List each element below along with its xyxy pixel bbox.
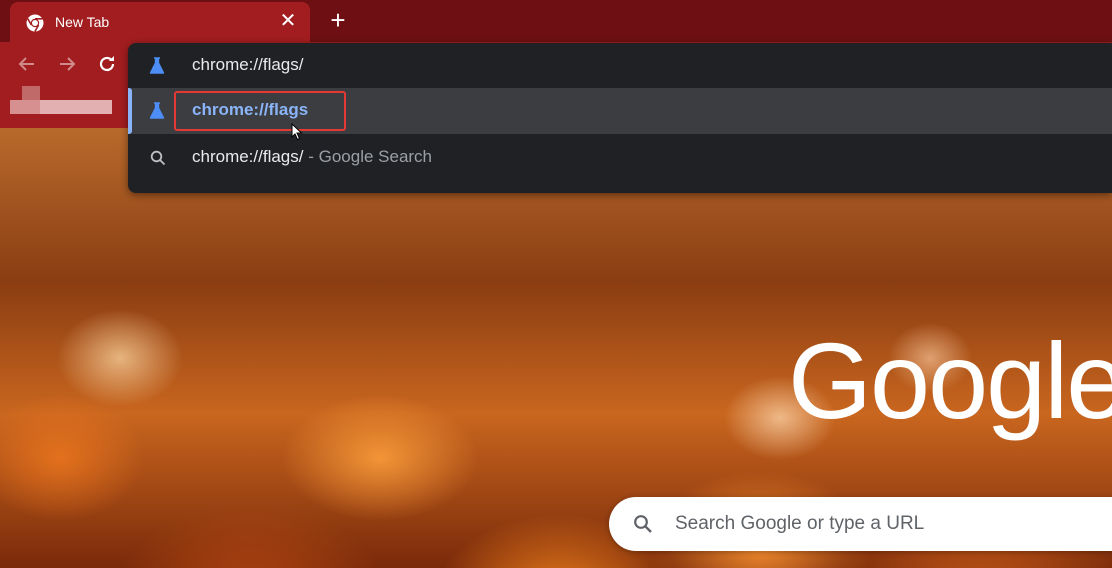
suggestion-text: chrome://flags <box>192 100 309 119</box>
search-icon <box>633 514 653 534</box>
blurred-bookmark[interactable] <box>10 86 122 120</box>
back-arrow-icon[interactable] <box>15 52 39 76</box>
chrome-icon <box>26 14 44 32</box>
close-tab-icon[interactable]: ✕ <box>278 11 298 31</box>
tab-strip: New Tab ✕ + <box>0 0 1112 42</box>
tab-new-tab[interactable]: New Tab ✕ <box>10 2 310 42</box>
omnibox-input-row[interactable]: chrome://flags/ <box>128 43 1112 89</box>
reload-icon[interactable] <box>95 52 119 76</box>
search-icon <box>150 150 166 168</box>
new-tab-button[interactable]: + <box>326 7 350 33</box>
google-logo: Google <box>788 320 1112 441</box>
suggestion-row-search[interactable]: chrome://flags/ - Google Search <box>128 135 1112 181</box>
tab-title: New Tab <box>55 14 110 30</box>
forward-arrow-icon[interactable] <box>55 52 79 76</box>
suggestion-text: chrome://flags/ - Google Search <box>192 147 433 166</box>
omnibox-input-text: chrome://flags/ <box>192 55 304 74</box>
suggestion-row-flags[interactable]: chrome://flags <box>128 88 1112 141</box>
flask-icon <box>149 57 165 75</box>
flask-icon <box>149 102 165 120</box>
search-box[interactable]: Search Google or type a URL <box>609 497 1112 551</box>
omnibox-dropdown: chrome://flags/ chrome://flags chrome://… <box>128 43 1112 193</box>
search-input[interactable]: Search Google or type a URL <box>675 513 924 535</box>
